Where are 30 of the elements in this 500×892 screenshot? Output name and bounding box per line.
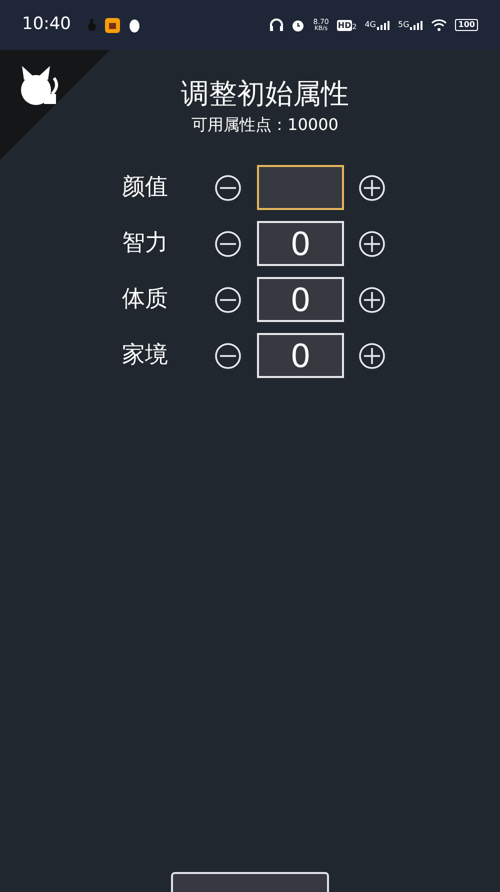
- plus-circle-icon[interactable]: [358, 286, 386, 314]
- network-type: 5G: [398, 20, 410, 28]
- attribute-label: 家境: [122, 341, 169, 370]
- battery-indicator: 100: [455, 19, 478, 31]
- minus-circle-icon[interactable]: [214, 174, 242, 202]
- minus-circle-icon[interactable]: [214, 230, 242, 258]
- app-icon: [105, 18, 120, 32]
- minus-circle-icon[interactable]: [214, 342, 242, 370]
- value-field[interactable]: 0: [257, 333, 344, 378]
- available-points: 可用属性点：10000: [190, 114, 338, 136]
- plus-circle-icon[interactable]: [358, 342, 386, 370]
- network-type: 4G: [364, 20, 376, 28]
- signal-icon: [377, 20, 390, 30]
- plus-circle-icon[interactable]: [358, 230, 386, 258]
- signal-icon: [410, 20, 424, 30]
- corner-ribbon-icon[interactable]: [0, 50, 110, 160]
- page-title: 调整初始属性: [180, 76, 349, 111]
- plus-circle-icon[interactable]: [358, 174, 386, 202]
- wifi-icon: [431, 19, 448, 31]
- value-field[interactable]: 0: [257, 221, 344, 266]
- headphones-icon: [270, 18, 284, 32]
- minus-circle-icon[interactable]: [214, 286, 242, 314]
- alarm-icon: [291, 18, 306, 32]
- attribute-label: 智力: [122, 229, 169, 258]
- value-field[interactable]: [257, 165, 344, 210]
- hd-badge: HD: [336, 20, 352, 30]
- attribute-label: 颜值: [122, 173, 169, 202]
- status-time: 10:40: [22, 13, 71, 36]
- value-field[interactable]: 0: [257, 277, 344, 322]
- attribute-label: 体质: [122, 285, 169, 314]
